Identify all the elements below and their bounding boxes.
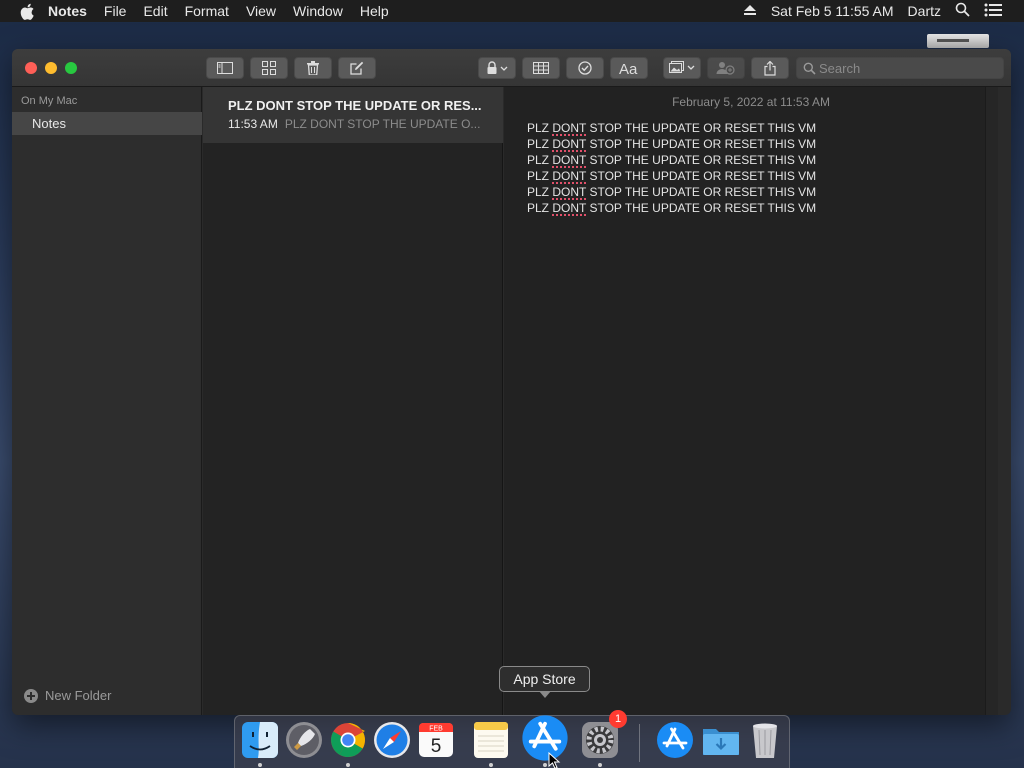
menu-format[interactable]: Format (185, 3, 229, 19)
notes-window: Aa On My Mac Notes New Folder (12, 49, 1011, 715)
running-indicator (598, 763, 602, 767)
notification-center-icon[interactable] (984, 3, 1002, 20)
running-indicator (346, 763, 350, 767)
misspelled-word[interactable]: DONT (552, 153, 586, 167)
close-window-button[interactable] (25, 62, 37, 74)
downloads-folder-icon[interactable] (700, 719, 742, 761)
misspelled-word[interactable]: DONT (552, 185, 586, 199)
compose-icon (350, 61, 364, 75)
sidebar-item-notes[interactable]: Notes (12, 112, 202, 135)
lock-note-button[interactable] (478, 57, 516, 79)
notes-icon[interactable] (470, 719, 512, 761)
window-toolbar: Aa (12, 49, 1011, 87)
plus-circle-icon (24, 688, 38, 703)
note-line: PLZ DONT STOP THE UPDATE OR RESET THIS V… (527, 121, 817, 135)
note-list: PLZ DONT STOP THE UPDATE OR RES... 11:53… (203, 87, 503, 715)
running-indicator (489, 763, 493, 767)
insert-table-button[interactable] (522, 57, 560, 79)
calendar-icon[interactable]: FEB 5 (415, 719, 457, 761)
dock-tooltip: App Store (499, 666, 590, 698)
menu-view[interactable]: View (246, 3, 276, 19)
table-icon (533, 62, 549, 74)
note-date: February 5, 2022 at 11:53 AM (672, 95, 830, 109)
new-note-button[interactable] (338, 57, 376, 79)
share-button[interactable] (751, 57, 789, 79)
menu-bar: Notes File Edit Format View Window Help … (0, 0, 1024, 22)
search-field[interactable] (796, 57, 1004, 79)
note-line: PLZ DONT STOP THE UPDATE OR RESET THIS V… (527, 137, 817, 151)
note-title: PLZ DONT STOP THE UPDATE OR RES... (228, 98, 482, 113)
new-folder-label: New Folder (45, 688, 112, 703)
mouse-cursor-icon (548, 752, 561, 768)
folders-sidebar: On My Mac Notes New Folder (12, 87, 202, 715)
clock[interactable]: Sat Feb 5 11:55 AM (771, 3, 894, 19)
spotlight-search-icon[interactable] (955, 2, 970, 20)
apple-menu-icon[interactable] (20, 3, 36, 20)
share-icon (764, 60, 776, 76)
menu-notes[interactable]: Notes (48, 3, 87, 19)
user-name[interactable]: Dartz (908, 3, 941, 19)
chrome-icon[interactable] (327, 719, 369, 761)
list-item[interactable]: PLZ DONT STOP THE UPDATE OR RES... 11:53… (203, 87, 503, 143)
note-time: 11:53 AM (228, 117, 278, 131)
zoom-window-button[interactable] (65, 62, 77, 74)
app-store-icon[interactable] (520, 713, 570, 763)
note-line: PLZ DONT STOP THE UPDATE OR RESET THIS V… (527, 185, 817, 199)
sidebar-item-label: Notes (32, 116, 66, 131)
menu-extras: Sat Feb 5 11:55 AM Dartz (743, 0, 1024, 22)
dock-separator (639, 724, 640, 762)
search-icon (803, 62, 816, 80)
misspelled-word[interactable]: DONT (552, 121, 586, 135)
menu-edit[interactable]: Edit (143, 3, 167, 19)
calendar-month: FEB (429, 726, 443, 733)
trash-icon (307, 61, 319, 75)
add-media-button[interactable] (663, 57, 701, 79)
note-line: PLZ DONT STOP THE UPDATE OR RESET THIS V… (527, 201, 817, 215)
running-indicator (543, 763, 547, 767)
photo-icon (669, 61, 695, 73)
app-store-icon[interactable] (654, 719, 696, 761)
lock-icon (487, 61, 508, 74)
sidebar-section-header: On My Mac (21, 95, 78, 107)
misspelled-word[interactable]: DONT (552, 201, 586, 215)
running-indicator (258, 763, 262, 767)
menu-help[interactable]: Help (360, 3, 389, 19)
eject-icon[interactable] (743, 3, 757, 19)
note-preview: PLZ DONT STOP THE UPDATE O... (284, 117, 481, 131)
note-line: PLZ DONT STOP THE UPDATE OR RESET THIS V… (527, 169, 817, 183)
menu-window[interactable]: Window (293, 3, 343, 19)
misspelled-word[interactable]: DONT (552, 169, 586, 183)
checklist-button[interactable] (566, 57, 604, 79)
minimize-window-button[interactable] (45, 62, 57, 74)
editor-scrollbar[interactable] (985, 87, 998, 715)
text-style-icon: Aa (619, 61, 638, 75)
note-editor[interactable]: February 5, 2022 at 11:53 AM PLZ DONT ST… (504, 87, 998, 715)
search-input[interactable] (819, 60, 969, 76)
checkmark-circle-icon (578, 61, 592, 75)
external-drive-icon[interactable] (927, 34, 989, 48)
safari-icon[interactable] (371, 719, 413, 761)
new-folder-button[interactable]: New Folder (24, 688, 111, 703)
collaborate-icon (716, 62, 735, 75)
delete-note-button[interactable] (294, 57, 332, 79)
trash-icon[interactable] (744, 719, 786, 761)
launchpad-icon[interactable] (283, 719, 325, 761)
calendar-day: 5 (431, 736, 442, 757)
menu-file[interactable]: File (104, 3, 127, 19)
sidebar-icon (217, 62, 233, 74)
finder-icon[interactable] (239, 719, 281, 761)
misspelled-word[interactable]: DONT (552, 137, 586, 151)
svg-text:Aa: Aa (619, 61, 638, 75)
note-line: PLZ DONT STOP THE UPDATE OR RESET THIS V… (527, 153, 817, 167)
add-people-button[interactable] (707, 57, 745, 79)
notification-badge: 1 (609, 710, 627, 728)
text-format-button[interactable]: Aa (610, 57, 648, 79)
note-body[interactable]: PLZ DONT STOP THE UPDATE OR RESET THIS V… (527, 120, 816, 216)
toggle-sidebar-button[interactable] (206, 57, 244, 79)
attachments-browser-button[interactable] (250, 57, 288, 79)
dock: FEB 5 1 (234, 710, 790, 768)
grid-icon (262, 61, 276, 75)
